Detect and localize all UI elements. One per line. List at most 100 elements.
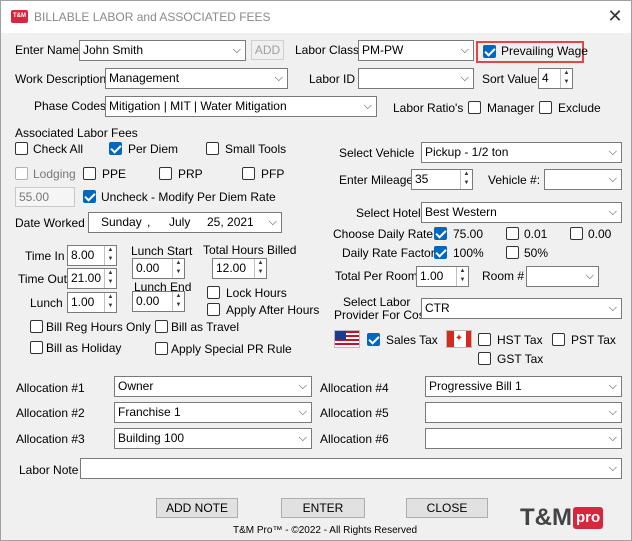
chevron-down-icon[interactable]: ⌵ [609, 170, 617, 189]
prevailing-wage-label: Prevailing Wage [501, 44, 588, 58]
spinner-arrows-icon[interactable]: ▲ ▼ [172, 259, 184, 278]
chevron-down-icon[interactable]: ⌵ [609, 377, 617, 396]
sales-tax-checkbox[interactable] [367, 333, 380, 346]
chevron-down-icon[interactable]: ⌵ [609, 299, 617, 318]
manager-checkbox[interactable] [468, 101, 481, 114]
gst-tax-checkbox[interactable] [478, 352, 491, 365]
sort-value-label: Sort Value [482, 72, 538, 86]
small-tools-checkbox[interactable] [206, 142, 219, 155]
spinner-arrows-icon[interactable]: ▲ ▼ [560, 69, 572, 88]
work-description-combo[interactable]: Management ⌵ [105, 68, 288, 89]
logo-pro-text: pro [572, 507, 604, 529]
time-in-spinner[interactable]: 8.00 ▲ ▼ [67, 245, 117, 266]
total-hours-spinner[interactable]: 12.00 ▲ ▼ [212, 258, 267, 279]
add-name-button[interactable]: ADD [251, 40, 284, 60]
date-worked-picker[interactable]: Sunday , July 25, 2021 ⌵ [88, 212, 282, 233]
total-per-room-spinner[interactable]: 1.00 ▲ ▼ [416, 266, 469, 287]
chevron-down-icon[interactable]: ⌵ [609, 203, 617, 222]
sort-value-spinner[interactable]: 4 ▲ ▼ [538, 68, 573, 89]
close-button[interactable]: CLOSE [406, 498, 488, 518]
prevailing-wage-checkbox[interactable] [483, 45, 496, 58]
ppe-label: PPE [102, 167, 127, 181]
chevron-down-icon[interactable]: ⌵ [461, 69, 469, 88]
per-diem-checkbox[interactable] [109, 142, 122, 155]
add-note-button[interactable]: ADD NOTE [156, 498, 238, 518]
name-combo[interactable]: John Smith ⌵ [79, 40, 246, 61]
spinner-arrows-icon[interactable]: ▲ ▼ [460, 170, 472, 189]
hst-tax-checkbox[interactable] [478, 333, 491, 346]
vehicle-combo[interactable]: Pickup - 1/2 ton ⌵ [421, 142, 622, 163]
allocation-2-combo[interactable]: Franchise 1 ⌵ [114, 402, 312, 423]
labor-id-combo[interactable]: ⌵ [358, 68, 474, 89]
vehicle-number-combo[interactable]: ⌵ [544, 169, 622, 190]
lunch-start-spinner[interactable]: 0.00 ▲ ▼ [132, 258, 185, 279]
gst-tax-label: GST Tax [497, 352, 544, 366]
apply-special-pr-checkbox[interactable] [155, 342, 168, 355]
chevron-down-icon[interactable]: ⌵ [364, 97, 372, 116]
spinner-arrows-icon[interactable]: ▲ ▼ [104, 246, 116, 265]
chevron-down-icon[interactable]: ⌵ [609, 429, 617, 448]
allocation-6-combo[interactable]: ⌵ [425, 428, 622, 449]
allocation-1-combo[interactable]: Owner ⌵ [114, 376, 312, 397]
bill-as-holiday-checkbox[interactable] [30, 341, 43, 354]
lock-hours-checkbox[interactable] [207, 286, 220, 299]
per-diem-rate-field[interactable]: 55.00 [15, 187, 75, 207]
lodging-checkbox[interactable] [15, 167, 28, 180]
labor-class-combo[interactable]: PM-PW ⌵ [358, 40, 474, 61]
apply-after-hours-checkbox[interactable] [207, 303, 220, 316]
chevron-down-icon[interactable]: ⌵ [609, 143, 617, 162]
lodging-label: Lodging [33, 167, 76, 181]
ppe-checkbox[interactable] [83, 167, 96, 180]
check-all-checkbox[interactable] [15, 142, 28, 155]
manager-label: Manager [487, 101, 535, 115]
allocation-3-combo[interactable]: Building 100 ⌵ [114, 428, 312, 449]
prp-checkbox[interactable] [159, 167, 172, 180]
allocation-3-label: Allocation #3 [16, 432, 85, 446]
spinner-arrows-icon[interactable]: ▲ ▼ [254, 259, 266, 278]
pst-tax-checkbox[interactable] [552, 333, 565, 346]
labor-id-label: Labor ID [309, 72, 356, 86]
chevron-down-icon[interactable]: ⌵ [275, 69, 283, 88]
mileage-spinner[interactable]: 35 ▲ ▼ [411, 169, 473, 190]
chevron-down-icon[interactable]: ⌵ [233, 41, 241, 60]
bill-as-travel-checkbox[interactable] [155, 320, 168, 333]
spinner-arrows-icon[interactable]: ▲ ▼ [456, 267, 468, 286]
chevron-down-icon[interactable]: ⌵ [609, 403, 617, 422]
spinner-arrows-icon[interactable]: ▲ ▼ [104, 269, 116, 288]
name-value: John Smith [83, 43, 144, 57]
pfp-checkbox[interactable] [242, 167, 255, 180]
spinner-arrows-icon[interactable]: ▲ ▼ [104, 293, 116, 312]
chevron-down-icon[interactable]: ⌵ [461, 41, 469, 60]
rate-000-checkbox[interactable] [570, 227, 583, 240]
allocation-4-combo[interactable]: Progressive Bill 1 ⌵ [425, 376, 622, 397]
time-out-spinner[interactable]: 21.00 ▲ ▼ [67, 268, 117, 289]
hotel-combo[interactable]: Best Western ⌵ [421, 202, 622, 223]
lunch-spinner[interactable]: 1.00 ▲ ▼ [67, 292, 117, 313]
labor-class-label: Labor Class [295, 43, 360, 57]
spinner-arrows-icon[interactable]: ▲ ▼ [172, 292, 184, 311]
bill-reg-hours-checkbox[interactable] [30, 320, 43, 333]
chevron-down-icon[interactable]: ⌵ [609, 459, 617, 478]
enter-button[interactable]: ENTER [281, 498, 365, 518]
chevron-down-icon[interactable]: ⌵ [299, 429, 307, 448]
chevron-down-icon[interactable]: ⌵ [299, 403, 307, 422]
provider-combo[interactable]: CTR ⌵ [421, 298, 622, 319]
rate-001-checkbox[interactable] [506, 227, 519, 240]
uncheck-modify-checkbox[interactable] [83, 190, 96, 203]
close-window-icon[interactable]: ✕ [605, 6, 625, 26]
labor-note-combo[interactable]: ⌵ [80, 458, 622, 479]
room-number-combo[interactable]: ⌵ [526, 266, 599, 287]
phase-codes-combo[interactable]: Mitigation | MIT | Water Mitigation ⌵ [105, 96, 377, 117]
factor-100-checkbox[interactable] [434, 246, 447, 259]
rate-75-checkbox[interactable] [434, 227, 447, 240]
chevron-down-icon[interactable]: ⌵ [299, 377, 307, 396]
factor-50-checkbox[interactable] [506, 246, 519, 259]
chevron-down-icon[interactable]: ⌵ [586, 267, 594, 286]
date-separator: , [147, 215, 151, 229]
lunch-end-spinner[interactable]: 0.00 ▲ ▼ [132, 291, 185, 312]
pfp-label: PFP [261, 167, 285, 181]
lunch-start-value: 0.00 [136, 261, 160, 275]
chevron-down-icon[interactable]: ⌵ [269, 213, 277, 232]
exclude-checkbox[interactable] [539, 101, 552, 114]
allocation-5-combo[interactable]: ⌵ [425, 402, 622, 423]
